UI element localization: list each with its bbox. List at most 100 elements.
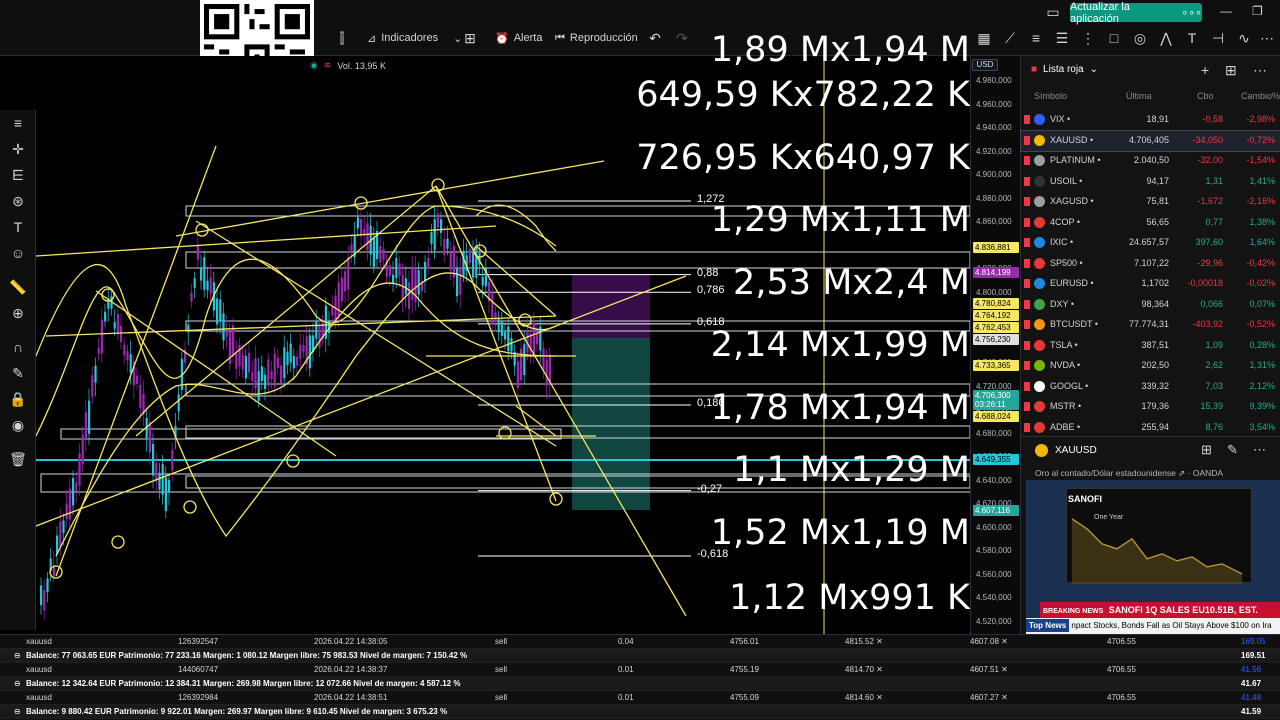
magnet-icon[interactable]: ∩ [9,338,27,356]
emoji-icon[interactable]: ☺ [9,244,27,262]
eye-icon[interactable]: ◉ [9,416,27,434]
position-cell: 144060747 [178,665,219,674]
watchlist-symbol: MSTR • [1050,401,1082,411]
col-chg[interactable]: Cbo [1197,91,1214,101]
fib-tools-icon[interactable]: ⋿ [9,166,27,184]
ruler-icon[interactable]: 📏 [9,278,27,296]
price-tag: 4.733,365 [973,360,1019,371]
replay-button[interactable]: ⏮ Reproducción [555,28,638,48]
watchlist-symbol: IXIC • [1050,237,1074,247]
price-tag: 4.762,453 [973,322,1019,333]
symbol-logo-icon [1034,401,1045,412]
position-cell: 4814.60 ✕ [845,693,883,702]
price-axis-label: 4.940,000 [976,123,1012,132]
visibility-eye-icon[interactable]: ◉ [310,60,318,71]
text-tool-icon[interactable]: T [9,218,27,236]
more-icon[interactable]: ⋯ [1258,29,1276,47]
channel-icon[interactable]: ☰ [1053,29,1071,47]
watchlist-row[interactable]: TSLA • 387,51 1,09 0,28% [1021,336,1280,356]
symbol-logo-icon [1034,134,1045,146]
watchlist-row[interactable]: GOOGL • 339,32 7,03 2,12% [1021,377,1280,397]
minimize-icon[interactable]: — [1220,4,1232,18]
watchlist-row[interactable]: DXY • 98,364 0,066 0,07% [1021,295,1280,315]
watchlist-change: 1,31 [1205,175,1223,186]
pattern-icon[interactable]: ▦ [975,29,993,47]
zoom-icon[interactable]: ⊕ [9,304,27,322]
fib-icon[interactable]: ⋮ [1079,29,1097,47]
monitor-icon[interactable]: ▭ [1044,3,1062,21]
alert-button[interactable]: ⏰ Alerta [495,28,542,48]
col-last[interactable]: Última [1126,91,1152,101]
columns-icon[interactable]: ⊞ [1225,62,1237,79]
news-video[interactable]: SANOFI One Year BREAKING NEWS SANOFI 1Q … [1026,480,1280,634]
watchlist-row[interactable]: EURUSD • 1,1702 -0,00018 -0,02% [1021,274,1280,294]
watchlist-change-pct: 0,07% [1249,298,1275,309]
text-icon[interactable]: T [1183,29,1201,47]
pivot-point [111,535,125,549]
update-app-button[interactable]: Actualizar la aplicación ∘∘∘ [1070,1,1202,25]
watchlist-row[interactable]: XAUUSD • 4.706,405 -34,050 -0,72% [1020,129,1280,152]
watchlist-row[interactable]: 4COP • 56,65 0,77 1,38% [1021,213,1280,233]
pattern-tools-icon[interactable]: ⊛ [9,192,27,210]
brush-icon[interactable]: ✎ [9,364,27,382]
lock-icon[interactable]: 🔒 [9,390,27,408]
rectangle-icon[interactable]: □ [1105,29,1123,47]
indicators-button[interactable]: ⊿ Indicadores ⌄ [367,28,462,48]
price-axis[interactable]: 4.980,000 4.960,000 4.940,000 4.920,000 4.90… [970,56,1020,649]
flag-marker [1024,299,1030,309]
volume-box-label: 726,95 Kx640,97 K [636,138,970,178]
horizontal-lines-icon[interactable]: ≡ [1027,29,1045,47]
grid-icon[interactable]: ⊞ [1201,442,1212,458]
trendline-icon[interactable]: ⟋ [1001,29,1019,47]
settings-icon[interactable]: ≋ [324,60,332,71]
layout-grid-icon[interactable]: ⊞ [461,29,479,47]
balance-profit: 169.51 [1241,651,1266,660]
watchlist-row[interactable]: NVDA • 202,50 2,62 1,31% [1021,356,1280,376]
add-symbol-icon[interactable]: + [1201,62,1209,78]
price-tag: 4.764,192 [973,310,1019,321]
replay-icon: ⏮ [555,31,565,44]
watchlist-change-pct: 1,64% [1249,237,1275,247]
menu-icon[interactable]: ≡ [9,114,27,132]
wave-icon[interactable]: ∿ [1235,29,1253,47]
restore-icon[interactable]: ❐ [1252,4,1263,18]
chart-type-icon[interactable]: ⫿ [333,29,351,47]
watchlist-title[interactable]: ■ Lista roja ⌄ [1031,64,1098,75]
currency-badge[interactable]: USD [972,59,998,71]
circle-icon[interactable]: ◎ [1131,29,1149,47]
symbol-logo-icon [1034,360,1045,371]
watchlist-row[interactable]: USOIL • 94,17 1,31 1,41% [1021,172,1280,192]
balance-row: ⊖ Balance: 9 880.42 EUR Patrimonio: 9 922… [0,705,1280,719]
more-icon[interactable]: ⋯ [1253,442,1266,458]
watchlist-last: 24.657,57 [1128,237,1169,247]
edit-icon[interactable]: ✎ [1227,442,1238,458]
position-row[interactable]: xauusd 126392984 2026.04.22 14:38:51 sell 0.… [0,691,1280,705]
account-icon: ⊖ [14,679,21,688]
watchlist-row[interactable]: SP500 • 7.107,22 -29,96 -0,42% [1021,254,1280,274]
position-row[interactable]: xauusd 144060747 2026.04.22 14:38:37 sell 0.… [0,663,1280,677]
position-cell: 41.56 [1241,665,1262,674]
detail-symbol[interactable]: XAUUSD [1055,445,1097,456]
volume-box-label: 2,14 Mx1,99 M [710,325,970,365]
undo-icon[interactable]: ↶ [646,29,664,47]
watchlist-row[interactable]: ADBE • 255,94 8,76 3,54% [1021,418,1280,438]
col-pct[interactable]: Cambio% [1241,91,1280,101]
watchlist-change-pct: -2,98% [1246,114,1275,124]
position-row[interactable]: xauusd 126392547 2026.04.22 14:38:05 sell 0.… [0,635,1280,649]
position-cell: 4607.08 ✕ [970,637,1008,646]
watchlist-row[interactable]: XAGUSD • 75,81 -1,672 -2,16% [1021,192,1280,212]
watchlist-row[interactable]: IXIC • 24.657,57 397,60 1,64% [1021,233,1280,253]
watchlist-change: -0,58 [1202,114,1223,124]
watchlist-row[interactable]: MSTR • 179,36 15,39 9,39% [1021,397,1280,417]
col-symbol[interactable]: Símbolo [1034,91,1067,101]
watchlist-row[interactable]: VIX • 18,91 -0,58 -2,98% [1021,110,1280,130]
watchlist-row[interactable]: PLATINUM • 2.040,50 -32,00 -1,54% [1021,151,1280,171]
long-position-icon[interactable]: ⊣ [1209,29,1227,47]
watchlist-row[interactable]: BTCUSDT • 77.774,31 -403,92 -0,52% [1021,315,1280,335]
more-icon[interactable]: ⋯ [1253,62,1267,79]
symbol-logo-icon [1034,298,1045,310]
crosshair-icon[interactable]: ✛ [9,140,27,158]
redo-icon[interactable]: ↷ [673,29,691,47]
pattern-zigzag-icon[interactable]: ⋀ [1157,29,1175,47]
trash-icon[interactable]: 🗑 [9,450,27,468]
